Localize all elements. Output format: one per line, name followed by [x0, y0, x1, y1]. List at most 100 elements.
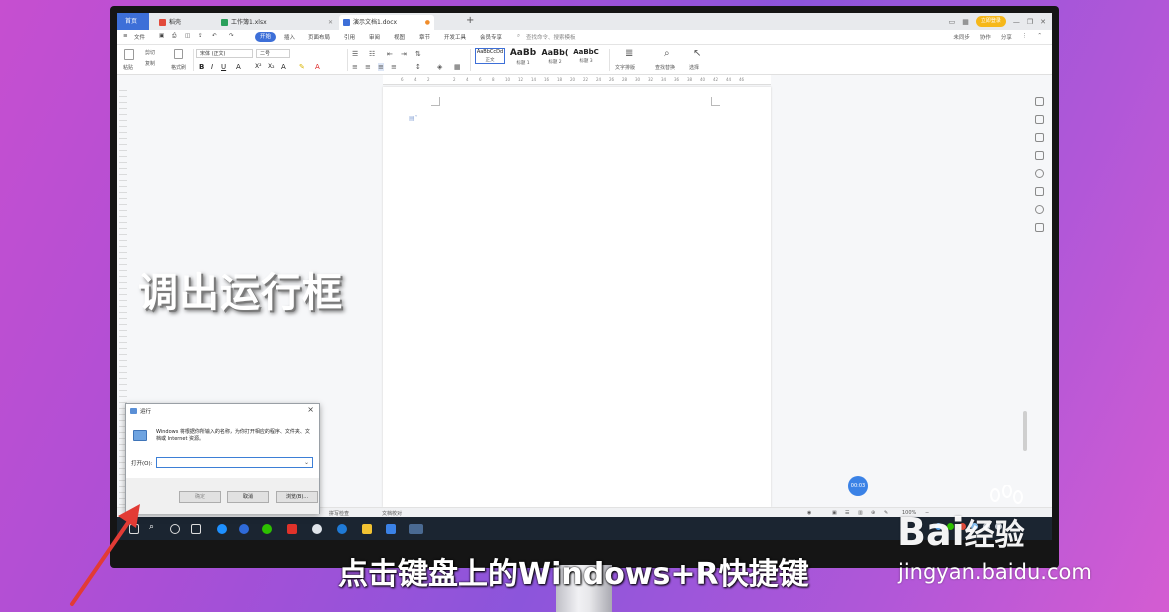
outline-view-icon[interactable]: ☰	[845, 510, 849, 516]
app-icon[interactable]	[312, 524, 322, 534]
style-heading-1[interactable]: AaBb 标题 1	[508, 48, 538, 66]
close-window-icon[interactable]: ✕	[1040, 18, 1046, 26]
paste-label[interactable]: 粘贴	[123, 64, 133, 71]
cursor-icon[interactable]	[1035, 133, 1044, 142]
share-icon[interactable]	[1035, 223, 1044, 232]
cursor-select-icon[interactable]: ↖	[693, 48, 701, 59]
bullet-list-icon[interactable]: ☰	[352, 50, 358, 58]
undo-icon[interactable]: ↶	[212, 33, 217, 39]
menu-file[interactable]: 文件	[134, 33, 145, 41]
web-view-icon[interactable]: ⊕	[871, 510, 875, 516]
menu-page-layout[interactable]: 页面布局	[308, 33, 330, 41]
subscript-icon[interactable]: X₂	[268, 63, 275, 70]
menu-references[interactable]: 引用	[344, 33, 355, 41]
copy-button[interactable]: 复制	[145, 60, 155, 67]
help-icon[interactable]	[1035, 169, 1044, 178]
font-color-a-icon[interactable]: A	[236, 63, 241, 71]
justify-icon[interactable]: ≡	[391, 63, 397, 71]
format-painter-label[interactable]: 格式刷	[171, 64, 186, 71]
underline-icon[interactable]: U	[221, 63, 226, 71]
search-icon[interactable]: ⌕	[517, 33, 520, 40]
clear-format-icon[interactable]: A	[281, 63, 286, 71]
align-center-icon[interactable]: ≡	[365, 63, 371, 71]
paragraph-icon[interactable]: ▤˅	[409, 115, 418, 122]
numbered-list-icon[interactable]: ☷	[369, 50, 375, 58]
menu-dev-tools[interactable]: 开发工具	[444, 33, 466, 41]
collapse-icon[interactable]: ⌃	[1037, 33, 1042, 41]
eye-protect-icon[interactable]: ◉	[807, 510, 811, 516]
style-heading-2[interactable]: AaBb( 标题 2	[540, 48, 570, 65]
hamburger-icon[interactable]: ≡	[123, 33, 128, 39]
more-icon[interactable]: ⋮	[1022, 33, 1028, 41]
close-icon[interactable]: ✕	[328, 15, 333, 30]
tab-home[interactable]: 首页	[117, 13, 149, 30]
bold-icon[interactable]: B	[199, 63, 204, 71]
menu-view[interactable]: 视图	[394, 33, 405, 41]
shading-icon[interactable]: ◈	[437, 63, 442, 71]
wechat-icon[interactable]	[262, 524, 272, 534]
sync-status[interactable]: 未同步	[953, 33, 970, 41]
location-icon[interactable]	[1035, 205, 1044, 214]
menu-chapter[interactable]: 章节	[419, 33, 430, 41]
edge-beta-icon[interactable]	[337, 524, 347, 534]
ok-button[interactable]: 确定	[179, 491, 221, 503]
vertical-scrollbar[interactable]	[1023, 411, 1027, 451]
store-icon[interactable]	[386, 524, 396, 534]
tab-document[interactable]: 演示文档1.docx ●	[339, 15, 434, 30]
save-icon[interactable]: ▣	[159, 33, 164, 39]
text-color-icon[interactable]: A	[315, 63, 320, 71]
pen-icon[interactable]	[1035, 115, 1044, 124]
menu-insert[interactable]: 插入	[284, 33, 295, 41]
indent-icon[interactable]: ⇤	[387, 50, 393, 58]
page-view-icon[interactable]: ▣	[832, 510, 837, 516]
layout-icon[interactable]: ▭	[949, 18, 956, 26]
print-icon[interactable]: ⎙	[172, 33, 176, 40]
preview-icon[interactable]: ◫	[185, 33, 190, 39]
align-left-icon[interactable]: ≡	[352, 63, 358, 71]
align-right-icon[interactable]: ≡	[378, 63, 384, 71]
menu-review[interactable]: 审阅	[369, 33, 380, 41]
border-icon[interactable]: ▦	[454, 63, 461, 71]
close-icon[interactable]: ×	[307, 405, 314, 414]
find-icon[interactable]: ⌕	[664, 48, 670, 59]
magic-icon[interactable]	[1035, 97, 1044, 106]
font-name-select[interactable]: 宋体 (正文)	[196, 49, 253, 58]
font-size-select[interactable]: 二号	[256, 49, 290, 58]
minimize-icon[interactable]: —	[1013, 18, 1020, 26]
text-layout-label[interactable]: 文字排版	[615, 64, 635, 71]
login-button[interactable]: 立即登录	[975, 16, 1006, 27]
format-painter-icon[interactable]	[174, 49, 183, 59]
outdent-icon[interactable]: ⇥	[401, 50, 407, 58]
command-search[interactable]: 查找命令、搜索模板	[526, 33, 576, 41]
redo-icon[interactable]: ↷	[229, 33, 234, 39]
cortana-icon[interactable]	[170, 524, 180, 534]
cancel-button[interactable]: 取消	[227, 491, 269, 503]
style-normal[interactable]: AaBbCcDd 正文	[475, 48, 505, 64]
collab-button[interactable]: 协作	[980, 33, 991, 41]
search-icon[interactable]: ⌕	[149, 522, 159, 532]
settings-sliders-icon[interactable]	[1035, 151, 1044, 160]
run-command-input[interactable]: ⌄	[156, 457, 313, 468]
superscript-icon[interactable]: X²	[255, 63, 262, 70]
browser-icon[interactable]	[239, 524, 249, 534]
menu-home[interactable]: 开始	[255, 32, 277, 42]
read-view-icon[interactable]: ▥	[858, 510, 863, 516]
highlight-icon[interactable]: ✎	[299, 63, 305, 71]
line-spacing-icon[interactable]: ↕	[415, 63, 421, 71]
chevron-down-icon[interactable]: ⌄	[304, 459, 309, 466]
wps-icon[interactable]	[287, 524, 297, 534]
sort-icon[interactable]: ⇅	[415, 50, 421, 58]
share-button[interactable]: 分享	[1001, 33, 1012, 41]
grid-icon[interactable]: ▦	[962, 18, 969, 26]
italic-icon[interactable]: I	[211, 63, 213, 71]
new-tab-button[interactable]: +	[466, 15, 474, 26]
edge-icon[interactable]	[217, 524, 227, 534]
write-view-icon[interactable]: ✎	[884, 510, 888, 516]
folder-icon[interactable]	[362, 524, 372, 534]
browse-button[interactable]: 浏览(B)...	[276, 491, 318, 503]
export-icon[interactable]: ⇪	[198, 33, 203, 39]
restore-icon[interactable]: ❐	[1027, 18, 1033, 26]
tab-straw[interactable]: 稻壳	[155, 15, 213, 30]
document-page[interactable]: ▤˅	[383, 87, 771, 507]
proofreading-button[interactable]: 文档校对	[382, 510, 402, 517]
